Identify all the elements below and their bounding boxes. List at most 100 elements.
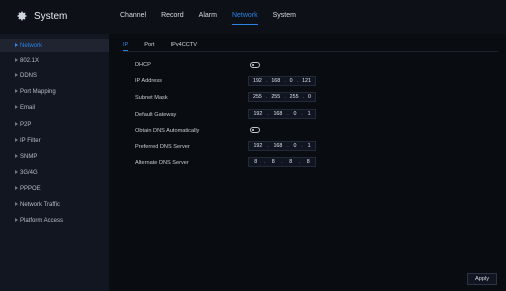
ip-separator: . [265,94,268,100]
ip-address-label: IP Address [135,78,162,84]
sidebar-item-label: DDNS [20,72,38,79]
preferred-dns-label: Preferred DNS Server [135,144,190,150]
sidebar-item-label: IP Filter [20,137,41,144]
ip-octet: 0 [293,111,297,117]
alternate-dns-label: Alternate DNS Server [135,160,189,166]
tab-record[interactable]: Record [161,12,184,19]
tab-network[interactable]: Network [231,12,258,25]
app-title: System [34,10,68,22]
ip-separator: . [287,143,289,149]
obtain-dns-toggle[interactable] [250,127,260,133]
caret-right-icon [15,218,18,222]
ip-octet: 0 [308,94,311,100]
dhcp-label: DHCP [135,62,151,68]
ip-separator: . [267,143,269,149]
ip-separator: . [298,159,301,165]
subnet-mask-input[interactable]: 255 . 255 . 255 . 0 [248,92,316,102]
gear-icon [17,11,27,21]
ip-address-input[interactable]: 192 . 168 . 0 . 121 [248,76,316,86]
top-bar: System Channel Record Alarm Network Syst… [0,0,506,34]
tab-system[interactable]: System [273,12,296,19]
caret-right-icon [15,43,18,47]
sidebar-item-email[interactable]: Email [0,101,109,114]
ip-separator: . [284,94,286,100]
ip-separator: . [301,143,303,149]
ip-octet: 8 [306,159,310,165]
sidebar-item-label: Network [20,42,43,49]
ip-separator: . [284,78,286,84]
app-brand: System [16,10,67,22]
top-navigation: Channel Record Alarm Network System [120,12,296,25]
ip-separator: . [287,111,289,117]
sidebar-item-label: Port Mapping [20,88,56,95]
sidebar-item-8021x[interactable]: 802.1X [0,54,109,67]
subtab-port[interactable]: Port [144,42,154,48]
caret-right-icon [15,122,18,126]
ip-octet: 8 [289,159,293,165]
caret-right-icon [15,202,18,206]
caret-right-icon [15,138,18,142]
sidebar-item-port-mapping[interactable]: Port Mapping [0,85,109,98]
ip-octet: 8 [254,159,258,165]
sidebar-item-label: Email [20,104,36,111]
sidebar-item-ip-filter[interactable]: IP Filter [0,134,109,147]
ip-octet: 1 [307,143,311,149]
ip-octet: 192 [253,78,262,84]
sidebar-item-ddns[interactable]: DDNS [0,69,109,82]
sidebar-item-platform-access[interactable]: Platform Access [0,214,109,227]
tab-channel[interactable]: Channel [120,12,146,19]
preferred-dns-input[interactable]: 192 . 168 . 0 . 1 [248,141,316,151]
caret-right-icon [15,105,18,109]
subnet-mask-label: Subnet Mask [135,95,168,101]
sidebar-item-label: SNMP [20,153,38,160]
ip-separator: . [302,94,304,100]
ip-octet: 1 [307,111,311,117]
default-gateway-input[interactable]: 192 . 168 . 0 . 1 [248,109,316,119]
ip-octet: 8 [271,159,275,165]
subtab-ipv4cctv[interactable]: IPv4CCTV [171,42,197,48]
ip-octet: 0 [293,143,297,149]
sub-tabs: IP Port IPv4CCTV [123,42,197,51]
sidebar-item-3g4g[interactable]: 3G/4G [0,166,109,179]
ip-separator: . [263,159,266,165]
sidebar-item-label: P2P [20,121,32,128]
ip-separator: . [281,159,283,165]
default-gateway-label: Default Gateway [135,112,177,118]
dhcp-toggle[interactable] [250,62,260,68]
sidebar-item-pppoe[interactable]: PPPOE [0,182,109,195]
sidebar-item-network-traffic[interactable]: Network Traffic [0,198,109,211]
ip-separator: . [267,111,269,117]
tab-divider [123,51,498,52]
obtain-dns-label: Obtain DNS Automatically [135,128,200,134]
tab-alarm[interactable]: Alarm [199,12,217,19]
ip-octet: 255 [271,94,281,100]
alternate-dns-input[interactable]: 8 . 8 . 8 . 8 [248,157,316,167]
ip-octet: 168 [273,143,283,149]
caret-right-icon [15,89,18,93]
subtab-ip[interactable]: IP [123,42,129,51]
content-panel: IP Port IPv4CCTV DHCP IP Address 192 . 1… [109,34,506,291]
sidebar-item-snmp[interactable]: SNMP [0,150,109,163]
caret-right-icon [15,170,18,174]
sidebar-item-p2p[interactable]: P2P [0,118,109,131]
sidebar-item-label: Network Traffic [20,201,60,208]
ip-octet: 121 [302,78,311,84]
sidebar-item-label: PPPOE [20,185,41,192]
apply-button[interactable]: Apply [467,273,497,285]
sidebar-item-network[interactable]: Network [0,39,109,52]
sidebar-item-label: 3G/4G [20,169,38,176]
ip-octet: 255 [289,94,299,100]
ip-octet: 168 [273,111,283,117]
caret-right-icon [15,73,18,77]
ip-separator: . [296,78,299,84]
ip-octet: 255 [253,94,262,100]
ip-octet: 0 [289,78,293,84]
caret-right-icon [15,154,18,158]
sidebar-item-label: 802.1X [20,57,40,64]
ip-separator: . [301,111,303,117]
ip-octet: 192 [253,111,263,117]
ip-separator: . [265,78,268,84]
ip-octet: 192 [253,143,263,149]
sidebar-item-label: Platform Access [20,217,64,224]
ip-octet: 168 [271,78,281,84]
